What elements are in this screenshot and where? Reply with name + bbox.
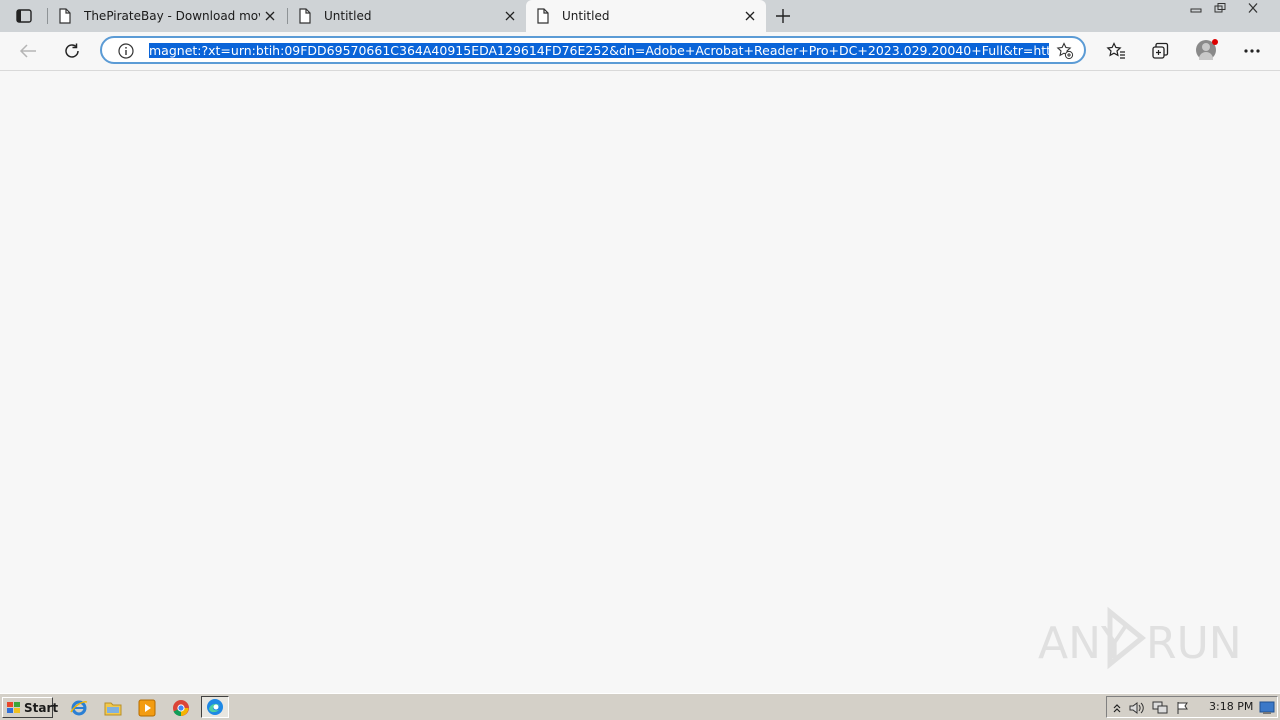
favorites-icon[interactable]	[1103, 38, 1129, 64]
internet-explorer-icon[interactable]	[69, 698, 89, 718]
anyrun-watermark: ANY RUN	[1038, 606, 1242, 670]
media-player-icon[interactable]	[137, 698, 157, 718]
tab-title: ThePirateBay - Download movies	[84, 9, 260, 23]
url-selection: magnet:?xt=urn:btih:09FDD69570661C364A40…	[149, 43, 1049, 58]
folder-icon[interactable]	[103, 698, 123, 718]
windows-logo-icon	[6, 701, 22, 715]
page-content	[0, 71, 1280, 693]
page-icon	[298, 8, 312, 27]
show-desktop-icon[interactable]	[1259, 700, 1275, 716]
tab-title: Untitled	[324, 9, 372, 23]
tab-untitled-2[interactable]: Untitled	[526, 0, 766, 32]
restore-button[interactable]	[1209, 1, 1231, 15]
plus-icon[interactable]	[772, 5, 794, 27]
tab-thepiratebay[interactable]: ThePirateBay - Download movies	[48, 0, 286, 32]
page-icon	[536, 8, 550, 27]
tab-untitled-1[interactable]: Untitled	[288, 0, 524, 32]
show-hidden-icon[interactable]	[1109, 700, 1125, 716]
refresh-icon[interactable]	[59, 38, 85, 64]
more-icon[interactable]	[1239, 38, 1265, 64]
tab-title: Untitled	[562, 9, 610, 23]
browser-toolbar: magnet:?xt=urn:btih:09FDD69570661C364A40…	[0, 32, 1280, 71]
close-icon[interactable]	[742, 8, 758, 24]
tab-strip: ThePirateBay - Download movies Untitled …	[0, 0, 1280, 32]
close-icon[interactable]	[262, 8, 278, 24]
profile-avatar[interactable]	[1196, 39, 1218, 60]
page-icon	[58, 8, 72, 27]
back-arrow-icon[interactable]	[15, 38, 41, 64]
tab-actions-icon[interactable]	[10, 5, 38, 27]
taskbar: Start 3:18 PM	[0, 693, 1280, 720]
add-favorite-icon[interactable]	[1056, 42, 1074, 63]
minimize-button[interactable]	[1185, 1, 1207, 15]
info-icon[interactable]	[118, 43, 134, 62]
edge-icon[interactable]	[201, 696, 229, 718]
collections-icon[interactable]	[1147, 38, 1173, 64]
volume-icon[interactable]	[1129, 700, 1145, 716]
address-bar[interactable]: magnet:?xt=urn:btih:09FDD69570661C364A40…	[100, 36, 1086, 64]
window-close-button[interactable]	[1233, 1, 1273, 15]
network-icon[interactable]	[1152, 700, 1168, 716]
action-center-flag-icon[interactable]	[1175, 700, 1191, 716]
avatar-head	[1202, 43, 1210, 51]
system-tray: 3:18 PM	[1106, 696, 1278, 718]
close-icon[interactable]	[502, 8, 518, 24]
chrome-icon[interactable]	[171, 698, 191, 718]
start-button[interactable]: Start	[2, 697, 58, 718]
avatar-body	[1199, 52, 1213, 60]
profile-status-dot	[1212, 39, 1218, 45]
clock[interactable]: 3:18 PM	[1209, 700, 1253, 713]
watermark-text-right: RUN	[1146, 618, 1238, 669]
start-label: Start	[24, 700, 59, 715]
address-url-input[interactable]: magnet:?xt=urn:btih:09FDD69570661C364A40…	[149, 42, 1049, 60]
